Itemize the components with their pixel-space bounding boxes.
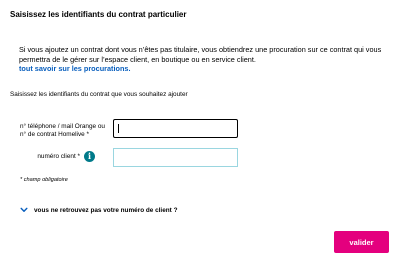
procuration-link[interactable]: tout savoir sur les procurations. — [19, 64, 389, 74]
procuration-info-text: Si vous ajoutez un contrat dont vous n’ê… — [19, 45, 382, 64]
procuration-info: Si vous ajoutez un contrat dont vous n’ê… — [19, 45, 389, 74]
info-icon[interactable]: i — [84, 151, 95, 162]
required-note: * champ obligatoire — [20, 177, 68, 183]
validate-button[interactable]: valider — [334, 231, 389, 253]
find-client-number-label: vous ne retrouvez pas votre numéro de cl… — [34, 206, 178, 214]
text-caret — [118, 124, 119, 133]
phone-field-label: n° téléphone / mail Orange ou n° de cont… — [20, 123, 105, 139]
find-client-number-toggle[interactable]: vous ne retrouvez pas votre numéro de cl… — [20, 206, 177, 214]
page-title: Saisissez les identifiants du contrat pa… — [10, 10, 187, 19]
client-number-field[interactable] — [113, 148, 238, 167]
phone-field[interactable] — [113, 119, 238, 138]
chevron-down-icon — [20, 207, 28, 212]
client-number-label: numéro client * — [37, 153, 80, 160]
form-section-title: Saisissez les identifiants du contrat qu… — [10, 91, 188, 98]
